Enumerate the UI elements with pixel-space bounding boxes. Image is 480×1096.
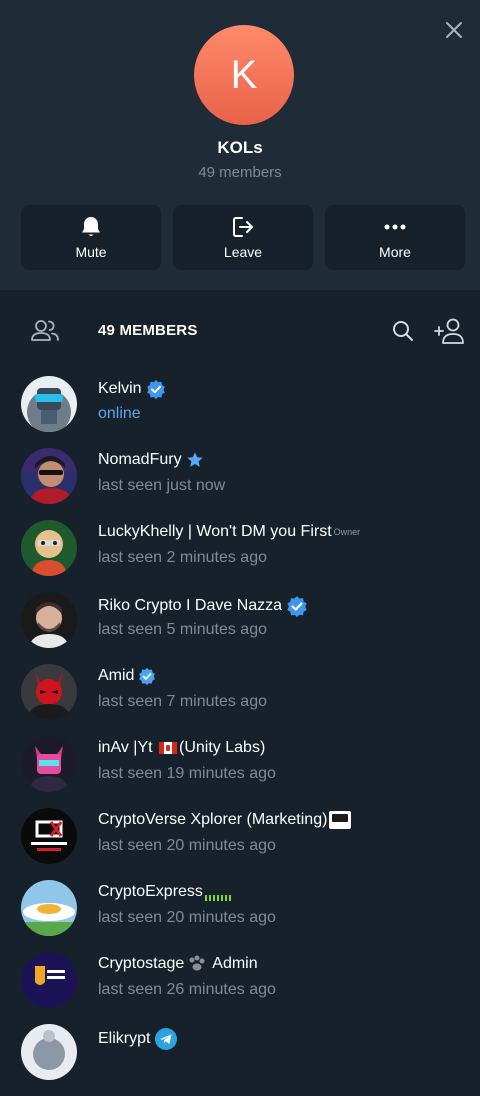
member-status: online [98, 405, 141, 422]
cryptoverse-logo-icon [329, 811, 352, 829]
canada-flag-icon [159, 741, 178, 754]
member-status: last seen 20 minutes ago [98, 909, 276, 926]
mute-button[interactable]: Mute [21, 205, 161, 270]
member-name: Amid [98, 667, 156, 685]
leave-button[interactable]: Leave [173, 205, 313, 270]
member-row[interactable]: Kelvin online [0, 376, 480, 448]
group-avatar-letter: K [230, 52, 258, 97]
member-name: Riko Crypto I Dave Nazza [98, 595, 308, 617]
members-header: 49 MEMBERS [0, 310, 480, 352]
member-status: last seen just now [98, 477, 226, 494]
member-row[interactable]: Elikrypt [0, 1024, 480, 1096]
member-name: LuckyKhelly | Won't DM you First Owner [98, 523, 361, 540]
group-header: K KOLs 49 members Mute Leave More [0, 0, 480, 290]
search-icon[interactable] [391, 319, 415, 343]
member-status: last seen 19 minutes ago [98, 765, 276, 782]
member-status: last seen 7 minutes ago [98, 693, 267, 710]
member-row[interactable]: Amid last seen 7 minutes ago [0, 664, 480, 736]
member-avatar [21, 376, 77, 432]
leave-icon [233, 217, 253, 237]
member-name: Cryptostage Admin [98, 955, 258, 973]
member-status: last seen 26 minutes ago [98, 981, 276, 998]
telegram-icon [155, 1028, 178, 1050]
member-name: Elikrypt [98, 1027, 178, 1051]
member-avatar [21, 808, 77, 864]
member-avatar [21, 520, 77, 576]
member-row[interactable]: inAv |Yt (Unity Labs) last seen 19 minut… [0, 736, 480, 808]
member-status: last seen 5 minutes ago [98, 621, 267, 638]
mute-label: Mute [75, 244, 107, 260]
paw-icon [189, 955, 205, 971]
verified-icon [287, 596, 307, 617]
group-member-count: 49 members [198, 164, 282, 181]
members-icon [31, 320, 59, 341]
close-icon[interactable] [444, 20, 464, 40]
member-row[interactable]: CryptoExpress last seen 20 minutes ago [0, 880, 480, 952]
add-member-icon[interactable] [433, 317, 465, 345]
more-button[interactable]: More [325, 205, 465, 270]
pixel-emoji-icon [204, 895, 231, 901]
member-name: inAv |Yt (Unity Labs) [98, 739, 266, 756]
verified-icon [139, 667, 156, 685]
member-avatar [21, 952, 77, 1008]
member-avatar [21, 448, 77, 504]
member-row[interactable]: LuckyKhelly | Won't DM you First Owner la… [0, 520, 480, 592]
member-name: CryptoExpress [98, 883, 231, 901]
bell-icon [82, 217, 100, 236]
member-row[interactable]: NomadFury last seen just now [0, 448, 480, 520]
members-count-label: 49 MEMBERS [98, 322, 198, 339]
member-row[interactable]: Cryptostage Admin last seen 26 minutes ag… [0, 952, 480, 1024]
member-row[interactable]: CryptoVerse Xplorer (Marketing) last see… [0, 808, 480, 880]
member-row[interactable]: Riko Crypto I Dave Nazza last seen 5 min… [0, 592, 480, 664]
leave-label: Leave [223, 244, 263, 260]
owner-tag: Owner [333, 526, 361, 537]
verified-icon [146, 380, 165, 399]
member-name: Kelvin [98, 379, 166, 399]
member-status: last seen 20 minutes ago [98, 837, 276, 854]
member-status: last seen 2 minutes ago [98, 549, 267, 566]
more-icon [384, 224, 406, 230]
member-avatar [21, 664, 77, 720]
star-icon [186, 452, 203, 467]
more-label: More [379, 244, 411, 260]
member-avatar [21, 736, 77, 792]
member-name: CryptoVerse Xplorer (Marketing) [98, 811, 352, 829]
member-name: NomadFury [98, 451, 204, 469]
group-title: KOLs [217, 138, 263, 157]
group-avatar[interactable]: K [194, 25, 294, 125]
member-avatar [21, 592, 77, 648]
action-bar: Mute Leave More [21, 205, 465, 270]
member-avatar [21, 880, 77, 936]
member-avatar [21, 1024, 77, 1080]
